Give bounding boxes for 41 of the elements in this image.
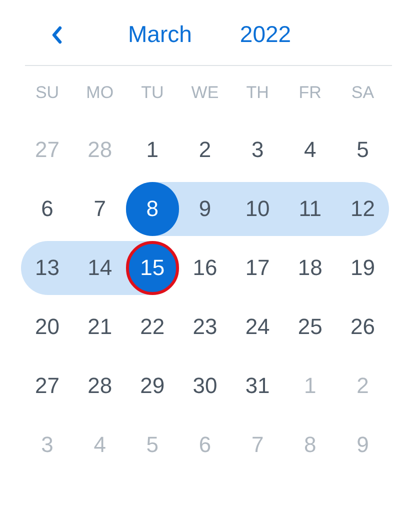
day-button[interactable]: 25: [284, 300, 336, 354]
day-button[interactable]: 15: [126, 240, 179, 294]
weekday-label: TU: [140, 82, 165, 104]
day-button[interactable]: 30: [178, 358, 232, 412]
day-button[interactable]: 28: [74, 358, 126, 412]
day-button[interactable]: 2: [178, 122, 232, 176]
day-button[interactable]: 29: [126, 358, 179, 412]
day-button[interactable]: 21: [74, 300, 126, 354]
day-button[interactable]: 14: [74, 240, 126, 294]
weekday-label: MO: [85, 82, 115, 104]
day-button[interactable]: 1: [126, 122, 179, 176]
day-button[interactable]: 4: [284, 122, 336, 176]
day-button[interactable]: 10: [231, 182, 284, 236]
day-button[interactable]: 16: [178, 240, 232, 294]
day-button[interactable]: 6: [21, 182, 74, 236]
year-selector[interactable]: 2022: [240, 17, 292, 52]
day-button[interactable]: 23: [178, 300, 232, 354]
day-button[interactable]: 5: [336, 122, 389, 176]
day-button[interactable]: 17: [231, 240, 284, 294]
day-button[interactable]: 9: [178, 182, 232, 236]
day-button[interactable]: 11: [284, 182, 336, 236]
weekday-label: WE: [190, 82, 220, 104]
day-button[interactable]: 13: [21, 240, 74, 294]
chevron-left-icon: [51, 26, 63, 44]
weekday-label: SU: [34, 82, 60, 104]
day-button[interactable]: 26: [336, 300, 389, 354]
weekday-label: TH: [245, 82, 270, 104]
weekday-label: SA: [350, 82, 376, 104]
day-button[interactable]: 3: [231, 122, 284, 176]
day-button[interactable]: 19: [336, 240, 389, 294]
day-button[interactable]: 31: [231, 358, 284, 412]
day-button[interactable]: 12: [336, 182, 389, 236]
day-button[interactable]: 18: [284, 240, 336, 294]
day-button[interactable]: 7: [74, 182, 126, 236]
day-button[interactable]: 22: [126, 300, 179, 354]
day-button[interactable]: 24: [231, 300, 284, 354]
day-button[interactable]: 20: [21, 300, 74, 354]
day-button[interactable]: 8: [126, 182, 179, 236]
weekday-label: FR: [298, 82, 322, 104]
day-button[interactable]: 27: [21, 358, 74, 412]
month-selector[interactable]: March: [128, 17, 192, 52]
